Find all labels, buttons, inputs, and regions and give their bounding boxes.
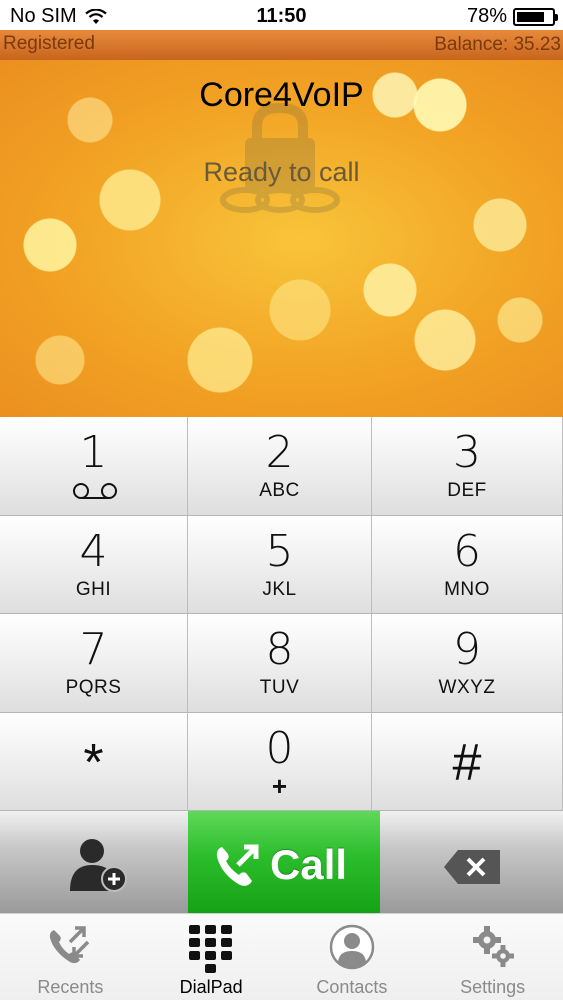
registration-state: Registered [3,33,95,54]
status-right: 78% [466,5,558,28]
key-letters: GHI [75,578,112,600]
key-2[interactable]: 2 ABC [188,417,372,516]
key-letters: TUV [259,677,300,698]
key-symbol: # [452,733,482,792]
key-7[interactable]: 7 PQRS [0,614,188,713]
add-contact-button[interactable] [0,811,188,913]
tab-settings[interactable]: Settings [422,914,563,1000]
key-digit: 8 [265,624,294,675]
call-label: Call [270,841,348,888]
battery-icon [513,7,558,26]
add-contact-icon [70,839,127,892]
tab-label: Recents [37,977,104,997]
key-4[interactable]: 4 GHI [0,515,188,614]
key-digit: 5 [265,525,294,577]
call-button[interactable]: Call [188,811,380,913]
key-letters: PQRS [65,677,122,698]
key-9[interactable]: 9 WXYZ [372,614,563,713]
key-digit: 6 [453,525,481,577]
key-6[interactable]: 6 MNO [372,515,563,614]
tab-label: DialPad [179,977,243,997]
key-digit: 2 [265,427,294,478]
key-plus: + [271,770,288,801]
tab-bar: Recents DialPad Contacts Settings [0,913,563,1000]
voicemail-icon [73,483,117,499]
backspace-button[interactable] [380,811,563,913]
contacts-icon [329,924,375,970]
battery-fill [517,11,544,22]
status-bar: No SIM 11:50 78% [0,0,563,30]
tab-label: Contacts [316,977,388,997]
phone-icon [216,844,259,886]
key-hash[interactable]: # [372,712,563,811]
tab-label: Settings [460,977,526,997]
backspace-icon [444,850,500,884]
tab-dialpad[interactable]: DialPad [141,914,282,1000]
key-star[interactable]: * [0,712,188,811]
dialer-header: Core4VoIP Ready to call [0,60,563,417]
key-letters: DEF [447,480,487,501]
app-title: Core4VoIP [199,76,364,114]
balance-label: Balance: 35.23 [434,34,561,55]
tab-recents[interactable]: Recents [0,914,141,1000]
key-letters: WXYZ [438,677,496,698]
dial-keypad: 1 2 ABC 3 DEF 4 GHI 5 JKL 6 MNO 7 PQRS 8… [0,417,563,811]
key-0[interactable]: 0 + [188,712,372,811]
key-letters: JKL [262,578,297,600]
key-letters: ABC [259,480,300,501]
action-row: Call [0,811,563,913]
call-status: Ready to call [203,157,360,187]
key-digit: 4 [79,525,108,577]
battery-percent: 78% [466,5,507,27]
settings-icon [472,926,514,967]
key-8[interactable]: 8 TUV [188,614,372,713]
registration-bar: Registered Balance: 35.23 [0,30,563,60]
recents-icon [50,926,90,964]
key-1[interactable]: 1 [0,417,188,516]
dialpad-icon [189,925,233,973]
key-digit: 3 [453,427,481,478]
tab-contacts[interactable]: Contacts [282,914,423,1000]
key-letters: MNO [444,578,490,600]
key-digit: 0 [265,722,294,774]
key-digit: 9 [453,624,481,675]
key-5[interactable]: 5 JKL [188,515,372,614]
key-3[interactable]: 3 DEF [372,417,563,516]
key-symbol: * [83,733,104,792]
key-digit: 7 [79,624,108,675]
key-digit: 1 [79,427,108,478]
